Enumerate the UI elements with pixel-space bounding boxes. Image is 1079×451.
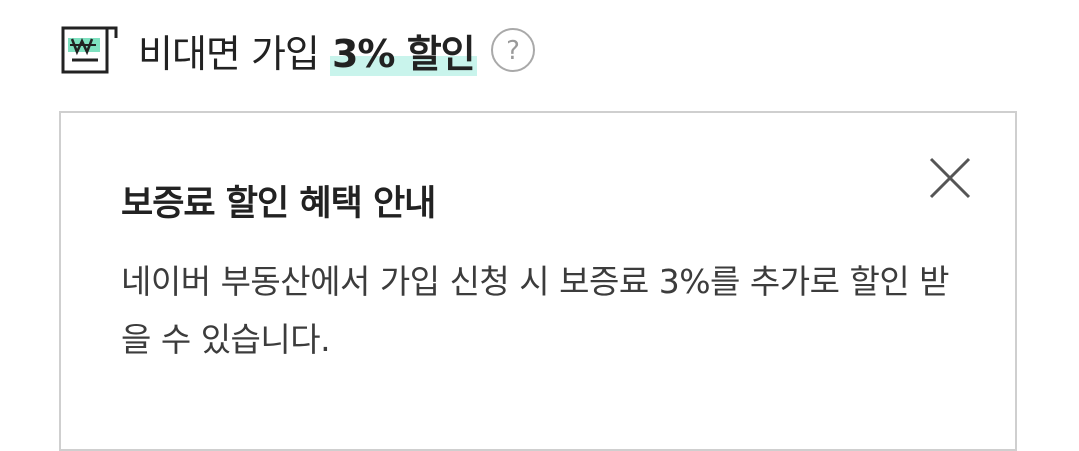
close-icon[interactable] — [925, 153, 975, 203]
question-circle-icon[interactable]: ? — [489, 26, 537, 74]
card-body: 네이버 부동산에서 가입 신청 시 보증료 3%를 추가로 할인 받을 수 있습… — [121, 262, 950, 359]
section-header: 비대면 가입 3% 할인 ? — [60, 20, 537, 80]
svg-text:?: ? — [506, 36, 520, 66]
won-document-icon — [61, 26, 118, 74]
title-highlight: 3% 할인 — [329, 31, 477, 76]
discount-info-card: 보증료 할인 혜택 안내 네이버 부동산에서 가입 신청 시 보증료 3%를 추… — [59, 111, 1017, 451]
title-prefix: 비대면 가입 — [138, 31, 330, 76]
page-title: 비대면 가입 3% 할인 — [138, 23, 477, 78]
card-title: 보증료 할인 혜택 안내 — [121, 184, 436, 224]
